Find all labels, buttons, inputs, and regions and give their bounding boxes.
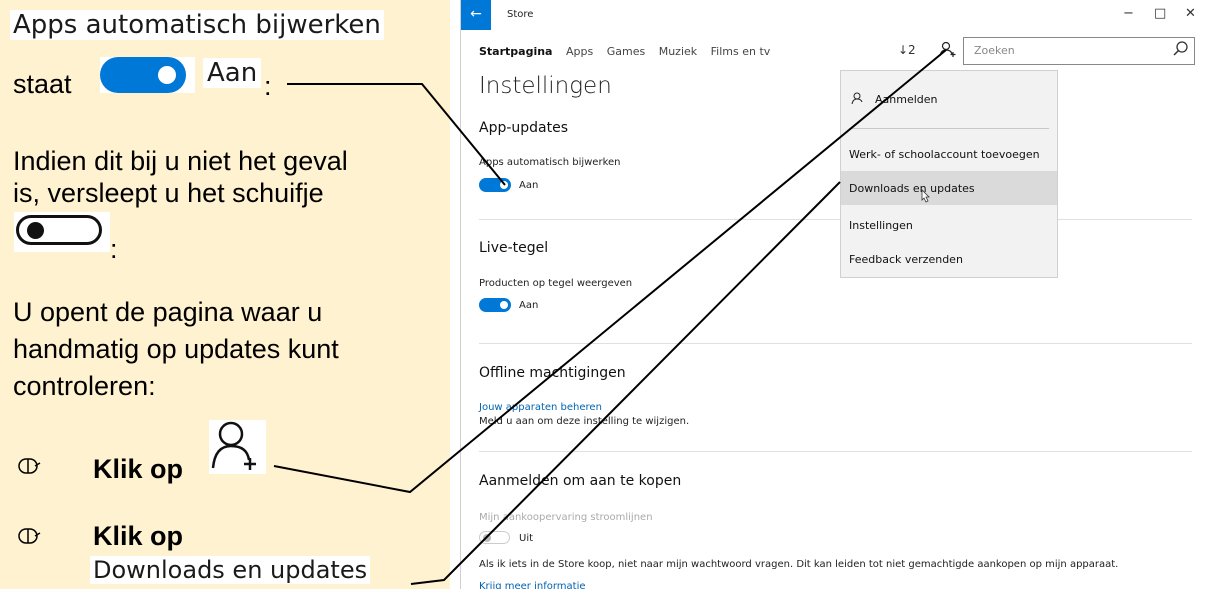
callout-line-toggle [287, 83, 506, 186]
callout-line-downloads [410, 181, 841, 585]
callout-lines [273, 49, 947, 585]
callout-line-account [273, 49, 947, 494]
